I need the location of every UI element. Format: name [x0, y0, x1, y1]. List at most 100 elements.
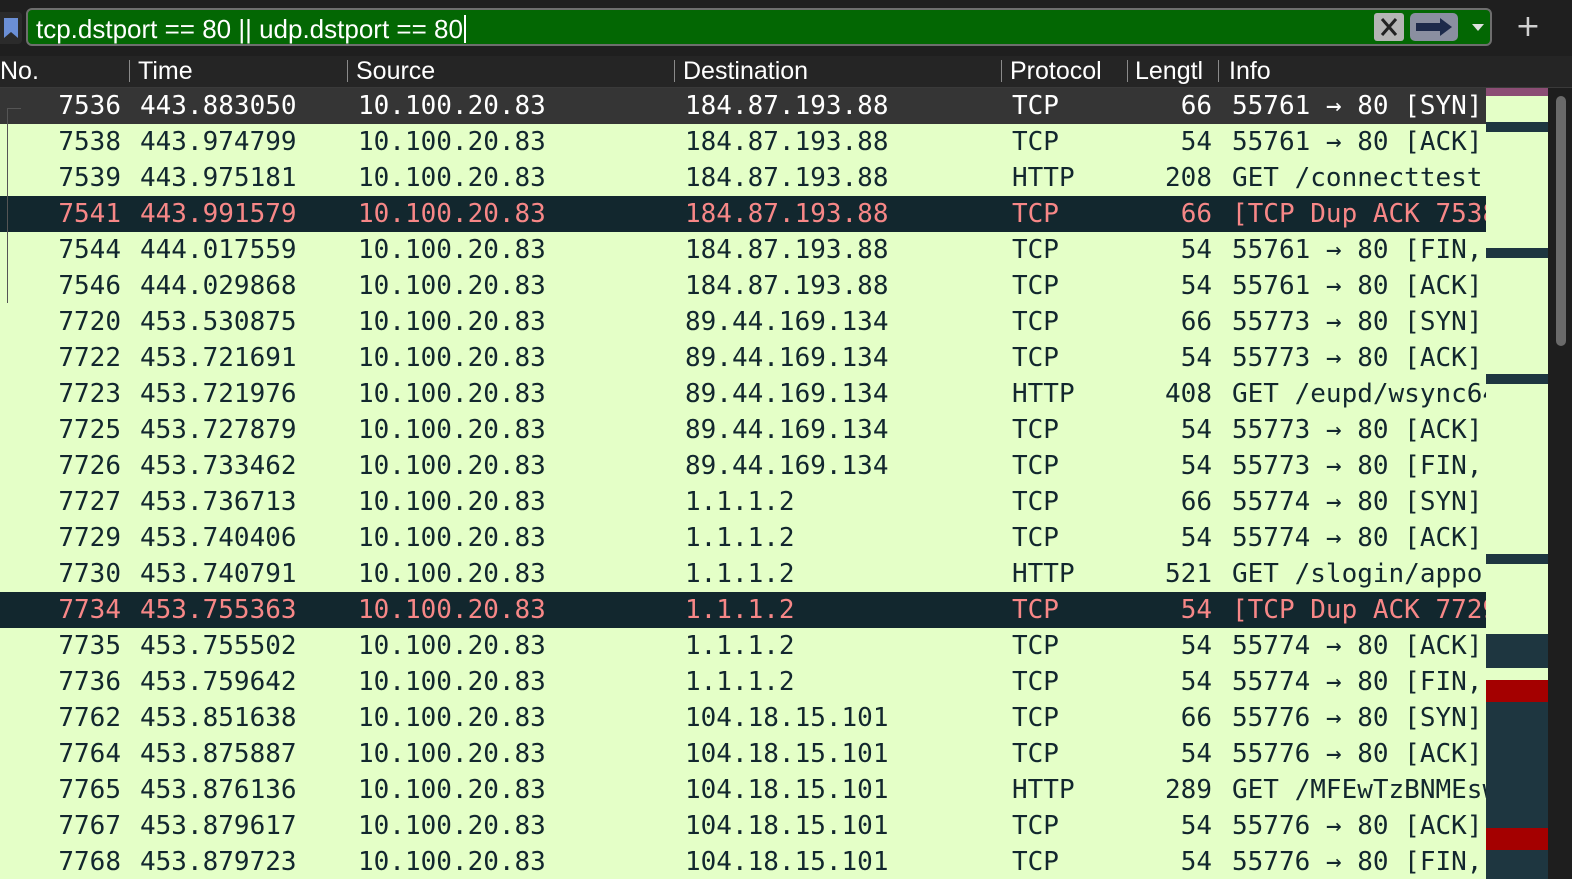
packet-row[interactable]: 7544 444.017559 10.100.20.83 184.87.193.88 T…	[0, 232, 1486, 268]
cell-no: 7720	[58, 307, 121, 337]
packet-row[interactable]: 7539 443.975181 10.100.20.83 184.87.193.88 H…	[0, 160, 1486, 196]
column-header-info[interactable]: Info	[1229, 56, 1486, 87]
cell-destination: 184.87.193.88	[685, 271, 889, 301]
column-header-length[interactable]: Lengtl	[1135, 56, 1214, 87]
packet-row[interactable]: 7727 453.736713 10.100.20.83 1.1.1.2 TCP 66 55…	[0, 484, 1486, 520]
column-divider[interactable]	[347, 60, 348, 82]
cell-no: 7725	[58, 415, 121, 445]
add-filter-button[interactable]: +	[1514, 10, 1542, 44]
cell-info: GET /slogin/appo	[1232, 559, 1483, 589]
column-header-destination[interactable]: Destination	[683, 56, 998, 87]
cell-no: 7546	[58, 271, 121, 301]
packet-row[interactable]: 7729 453.740406 10.100.20.83 1.1.1.2 TCP 54 55…	[0, 520, 1486, 556]
packet-row[interactable]: 7736 453.759642 10.100.20.83 1.1.1.2 TCP 54 55…	[0, 664, 1486, 700]
cell-time: 444.017559	[140, 235, 297, 265]
cell-no: 7538	[58, 127, 121, 157]
clear-filter-button[interactable]	[1374, 13, 1404, 41]
cell-time: 453.530875	[140, 307, 297, 337]
cell-source: 10.100.20.83	[358, 307, 546, 337]
packet-row[interactable]: 7735 453.755502 10.100.20.83 1.1.1.2 TCP 54 55…	[0, 628, 1486, 664]
cell-source: 10.100.20.83	[358, 199, 546, 229]
column-header-source[interactable]: Source	[356, 56, 671, 87]
cell-source: 10.100.20.83	[358, 559, 546, 589]
column-divider[interactable]	[1218, 60, 1219, 82]
arrow-right-icon	[1416, 18, 1452, 36]
packet-row[interactable]: 7764 453.875887 10.100.20.83 104.18.15.101 T…	[0, 736, 1486, 772]
cell-info: 55773 → 80 [ACK]	[1232, 343, 1483, 373]
packet-row[interactable]: 7720 453.530875 10.100.20.83 89.44.169.134 T…	[0, 304, 1486, 340]
cell-no: 7765	[58, 775, 121, 805]
cell-source: 10.100.20.83	[358, 379, 546, 409]
cell-protocol: TCP	[1012, 667, 1059, 697]
apply-filter-button[interactable]	[1410, 13, 1458, 41]
packet-row[interactable]: 7541 443.991579 10.100.20.83 184.87.193.88 T…	[0, 196, 1486, 232]
column-divider[interactable]	[1001, 60, 1002, 82]
cell-destination: 104.18.15.101	[685, 703, 889, 733]
cell-info: GET /MFEwTzBNMEsw	[1232, 775, 1486, 805]
packet-row[interactable]: 7768 453.879723 10.100.20.83 104.18.15.101 T…	[0, 844, 1486, 879]
cell-source: 10.100.20.83	[358, 271, 546, 301]
cell-destination: 89.44.169.134	[685, 451, 889, 481]
minimap-marker	[1486, 828, 1548, 850]
packet-row[interactable]: 7726 453.733462 10.100.20.83 89.44.169.134 T…	[0, 448, 1486, 484]
cell-time: 453.755502	[140, 631, 297, 661]
scrollbar-thumb[interactable]	[1556, 96, 1566, 346]
cell-length: 54	[1180, 343, 1212, 373]
packet-row[interactable]: 7734 453.755363 10.100.20.83 1.1.1.2 TCP 54 [T…	[0, 592, 1486, 628]
cell-time: 453.759642	[140, 667, 297, 697]
minimap-marker	[1486, 634, 1548, 668]
cell-info: 55774 → 80 [FIN,	[1232, 667, 1483, 697]
cell-time: 453.755363	[140, 595, 297, 625]
packet-row[interactable]: 7762 453.851638 10.100.20.83 104.18.15.101 T…	[0, 700, 1486, 736]
cell-destination: 1.1.1.2	[685, 631, 795, 661]
cell-length: 54	[1180, 667, 1212, 697]
column-divider[interactable]	[1127, 60, 1128, 82]
cell-destination: 104.18.15.101	[685, 775, 889, 805]
packet-row[interactable]: 7536 443.883050 10.100.20.83 184.87.193.88 T…	[0, 88, 1486, 124]
column-header-time[interactable]: Time	[138, 56, 343, 87]
cell-time: 453.721976	[140, 379, 297, 409]
cell-no: 7767	[58, 811, 121, 841]
cell-no: 7768	[58, 847, 121, 877]
cell-time: 453.721691	[140, 343, 297, 373]
packet-minimap[interactable]	[1486, 88, 1548, 879]
filter-history-dropdown[interactable]	[1468, 16, 1488, 38]
packet-row[interactable]: 7722 453.721691 10.100.20.83 89.44.169.134 T…	[0, 340, 1486, 376]
cell-destination: 184.87.193.88	[685, 91, 889, 121]
packet-row[interactable]: 7725 453.727879 10.100.20.83 89.44.169.134 T…	[0, 412, 1486, 448]
cell-time: 443.883050	[140, 91, 297, 121]
cell-protocol: TCP	[1012, 451, 1059, 481]
cell-info: GET /eupd/wsync64	[1232, 379, 1486, 409]
cell-time: 453.740406	[140, 523, 297, 553]
cell-info: 55773 → 80 [ACK]	[1232, 415, 1483, 445]
display-filter-input[interactable]: tcp.dstport == 80 || udp.dstport == 80	[26, 8, 1492, 46]
cell-destination: 184.87.193.88	[685, 163, 889, 193]
column-header-no[interactable]: No.	[0, 56, 126, 87]
packet-row[interactable]: 7730 453.740791 10.100.20.83 1.1.1.2 HTTP 521…	[0, 556, 1486, 592]
cell-time: 443.975181	[140, 163, 297, 193]
packet-row[interactable]: 7723 453.721976 10.100.20.83 89.44.169.134 H…	[0, 376, 1486, 412]
cell-protocol: HTTP	[1012, 379, 1075, 409]
packet-list[interactable]: 7536 443.883050 10.100.20.83 184.87.193.88 T…	[0, 88, 1486, 879]
cell-protocol: TCP	[1012, 523, 1059, 553]
column-header-protocol[interactable]: Protocol	[1010, 56, 1124, 87]
cell-no: 7539	[58, 163, 121, 193]
cell-length: 66	[1180, 703, 1212, 733]
column-divider[interactable]	[674, 60, 675, 82]
cell-info: 55761 → 80 [SYN]	[1232, 91, 1483, 121]
column-divider[interactable]	[129, 60, 130, 82]
bookmark-icon[interactable]	[0, 12, 22, 44]
vertical-scrollbar[interactable]	[1548, 88, 1572, 879]
minimap-marker	[1486, 88, 1548, 96]
cell-info: 55761 → 80 [ACK]	[1232, 271, 1483, 301]
packet-row[interactable]: 7546 444.029868 10.100.20.83 184.87.193.88 T…	[0, 268, 1486, 304]
related-packets-bracket	[7, 108, 8, 303]
packet-row[interactable]: 7767 453.879617 10.100.20.83 104.18.15.101 T…	[0, 808, 1486, 844]
cell-source: 10.100.20.83	[358, 631, 546, 661]
packet-row[interactable]: 7538 443.974799 10.100.20.83 184.87.193.88 T…	[0, 124, 1486, 160]
packet-row[interactable]: 7765 453.876136 10.100.20.83 104.18.15.101 H…	[0, 772, 1486, 808]
cell-info: 55761 → 80 [FIN,	[1232, 235, 1483, 265]
clear-x-icon	[1380, 18, 1398, 36]
cell-protocol: TCP	[1012, 415, 1059, 445]
cell-source: 10.100.20.83	[358, 127, 546, 157]
